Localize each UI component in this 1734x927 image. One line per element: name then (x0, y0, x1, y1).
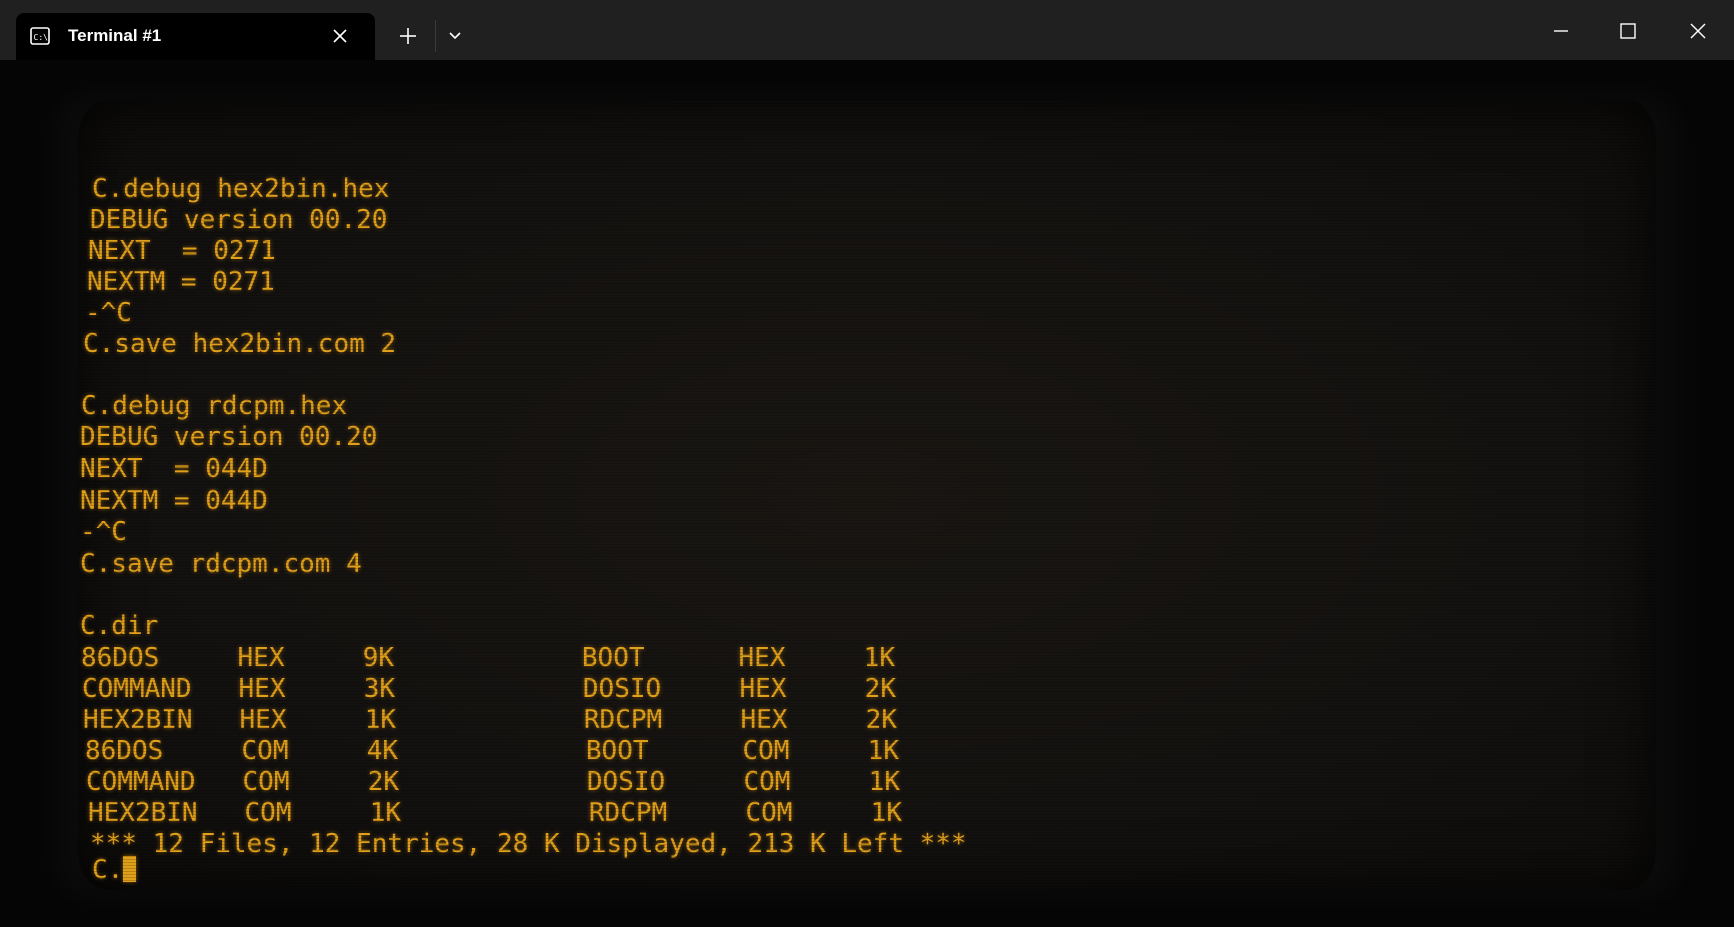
terminal-line: HEX2BIN COM 1K RDCPM COM 1K (88, 798, 902, 828)
terminal-prompt-line[interactable]: C. (92, 855, 137, 885)
crt-screen[interactable]: C.debug hex2bin.hex DEBUG version 00.20 … (78, 100, 1656, 890)
svg-text:C:\: C:\ (34, 33, 49, 42)
terminal-line: -^C (80, 517, 127, 547)
terminal-icon: C:\ (30, 27, 50, 45)
title-bar: C:\ Terminal #1 (0, 0, 1734, 60)
terminal-line: NEXT = 044D (80, 454, 268, 484)
terminal-line: COMMAND COM 2K DOSIO COM 1K (86, 767, 900, 797)
terminal-line: *** 12 Files, 12 Entries, 28 K Displayed… (90, 829, 967, 859)
terminal-line: C.debug rdcpm.hex (81, 391, 348, 421)
terminal-prompt: C. (92, 855, 124, 885)
maximize-icon[interactable] (1615, 18, 1641, 44)
terminal-window: C:\ Terminal #1 C.debug hex2bin.hex DEBU… (0, 0, 1734, 927)
terminal-output: C.debug hex2bin.hex DEBUG version 00.20 … (78, 100, 1656, 890)
close-icon[interactable] (330, 26, 350, 46)
terminal-line: NEXTM = 044D (80, 486, 268, 516)
terminal-line: C.dir (80, 611, 159, 641)
minimize-icon[interactable] (1548, 18, 1574, 44)
terminal-line: COMMAND HEX 3K DOSIO HEX 2K (82, 674, 896, 704)
terminal-line: 86DOS HEX 9K BOOT HEX 1K (81, 643, 895, 673)
terminal-line: DEBUG version 00.20 (80, 422, 378, 452)
terminal-line: C.debug hex2bin.hex (92, 174, 390, 204)
terminal-line: NEXTM = 0271 (87, 267, 275, 297)
terminal-line: -^C (85, 298, 132, 328)
terminal-line: 86DOS COM 4K BOOT COM 1K (85, 736, 899, 766)
plus-icon[interactable] (396, 24, 420, 48)
close-icon[interactable] (1685, 18, 1711, 44)
chevron-down-icon[interactable] (444, 26, 466, 46)
tab-title: Terminal #1 (68, 26, 162, 45)
text-cursor (123, 856, 137, 882)
terminal-line: DEBUG version 00.20 (90, 205, 388, 235)
tab-terminal-1[interactable]: C:\ Terminal #1 (16, 13, 375, 60)
terminal-line: C.save rdcpm.com 4 (80, 549, 362, 579)
terminal-line: NEXT = 0271 (88, 236, 276, 266)
terminal-line: C.save hex2bin.com 2 (83, 329, 397, 359)
tab-separator (435, 20, 436, 52)
terminal-area[interactable]: C.debug hex2bin.hex DEBUG version 00.20 … (0, 60, 1734, 927)
terminal-line: HEX2BIN HEX 1K RDCPM HEX 2K (83, 705, 897, 735)
